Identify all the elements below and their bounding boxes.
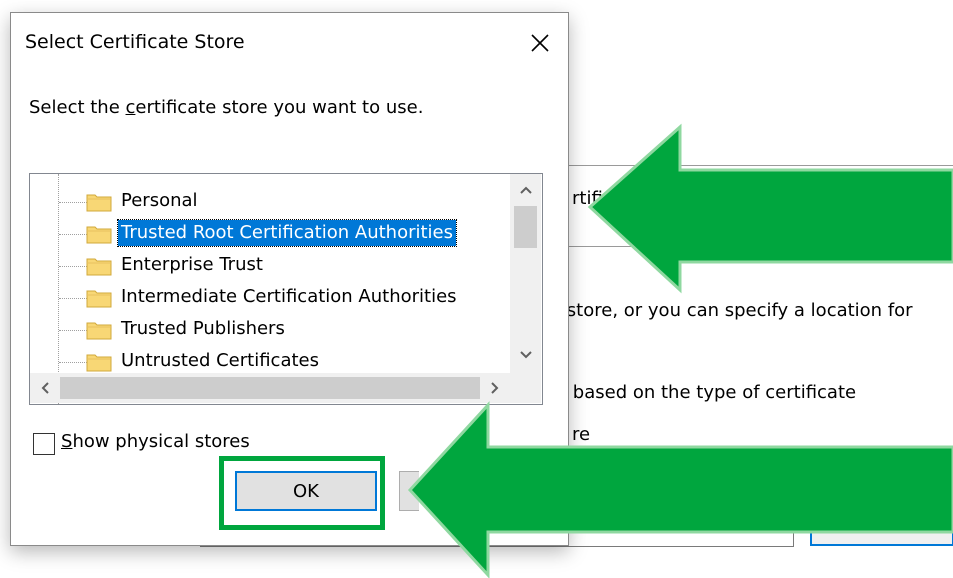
chevron-down-icon bbox=[519, 351, 532, 359]
background-text-fragment: re bbox=[572, 424, 591, 445]
tree-item-trusted-root[interactable]: Trusted Root Certification Authorities bbox=[30, 218, 510, 250]
tree-item-label: Untrusted Certificates bbox=[121, 350, 319, 371]
tree-connector bbox=[59, 234, 87, 235]
background-text-fragment: rtifi bbox=[572, 188, 603, 209]
horizontal-scroll-thumb[interactable] bbox=[60, 377, 480, 399]
close-button[interactable] bbox=[518, 21, 562, 65]
chevron-right-icon bbox=[491, 382, 499, 394]
tree-connector bbox=[59, 298, 87, 299]
tree-item-trusted-publishers[interactable]: Trusted Publishers bbox=[30, 314, 510, 346]
folder-icon bbox=[86, 290, 112, 308]
ok-button[interactable]: OK bbox=[235, 471, 377, 511]
tree-item-enterprise-trust[interactable]: Enterprise Trust bbox=[30, 250, 510, 282]
folder-icon bbox=[86, 194, 112, 212]
prompt-text-part: Select the bbox=[29, 97, 126, 118]
background-text-fragment: e based on the type of certificate bbox=[556, 382, 857, 403]
scroll-left-button[interactable] bbox=[30, 373, 60, 403]
chevron-left-icon bbox=[41, 382, 49, 394]
checkbox-label-text: how physical stores bbox=[72, 431, 250, 452]
tree-item-label: Trusted Root Certification Authorities bbox=[117, 219, 457, 247]
checkbox-access-key: S bbox=[61, 431, 73, 452]
folder-icon bbox=[86, 354, 112, 372]
tree-connector bbox=[59, 362, 87, 363]
tree-connector bbox=[59, 266, 87, 267]
background-button-glyph bbox=[850, 525, 860, 529]
vertical-scrollbar[interactable] bbox=[510, 174, 541, 373]
show-physical-stores-checkbox[interactable] bbox=[33, 433, 55, 455]
tree-item-label: Enterprise Trust bbox=[121, 254, 263, 275]
tree-item-label: Trusted Publishers bbox=[121, 318, 285, 339]
close-icon bbox=[531, 34, 549, 52]
background-button[interactable] bbox=[810, 488, 953, 546]
tree-connector bbox=[59, 330, 87, 331]
prompt-access-key: c bbox=[125, 97, 136, 118]
scrollbar-corner bbox=[510, 373, 541, 403]
dialog-prompt: Select the certificate store you want to… bbox=[29, 97, 423, 118]
select-certificate-store-dialog: Select Certificate Store Select the cert… bbox=[10, 12, 569, 546]
dialog-title: Select Certificate Store bbox=[25, 31, 245, 53]
show-physical-stores-label[interactable]: Show physical stores bbox=[61, 431, 250, 452]
vertical-scroll-thumb[interactable] bbox=[514, 206, 537, 248]
scroll-right-button[interactable] bbox=[480, 373, 510, 403]
scroll-down-button[interactable] bbox=[510, 338, 541, 372]
folder-icon bbox=[86, 322, 112, 340]
folder-icon bbox=[86, 258, 112, 276]
prompt-text-part: ertificate store you want to use. bbox=[135, 97, 424, 118]
chevron-up-icon bbox=[519, 186, 532, 194]
horizontal-scrollbar[interactable] bbox=[30, 373, 510, 403]
certificate-store-tree[interactable]: Personal Trusted Root Certification Auth… bbox=[29, 173, 543, 405]
tree-item-personal[interactable]: Personal bbox=[30, 186, 510, 218]
tree-item-label: Intermediate Certification Authorities bbox=[121, 286, 457, 307]
tree-connector bbox=[59, 202, 87, 203]
folder-icon bbox=[86, 226, 112, 244]
cancel-button[interactable] bbox=[399, 471, 419, 511]
tree-item-intermediate[interactable]: Intermediate Certification Authorities bbox=[30, 282, 510, 314]
tree-item-label: Personal bbox=[121, 190, 198, 211]
background-text-fragment: e store, or you can specify a location f… bbox=[550, 300, 913, 321]
scroll-up-button[interactable] bbox=[510, 174, 541, 206]
